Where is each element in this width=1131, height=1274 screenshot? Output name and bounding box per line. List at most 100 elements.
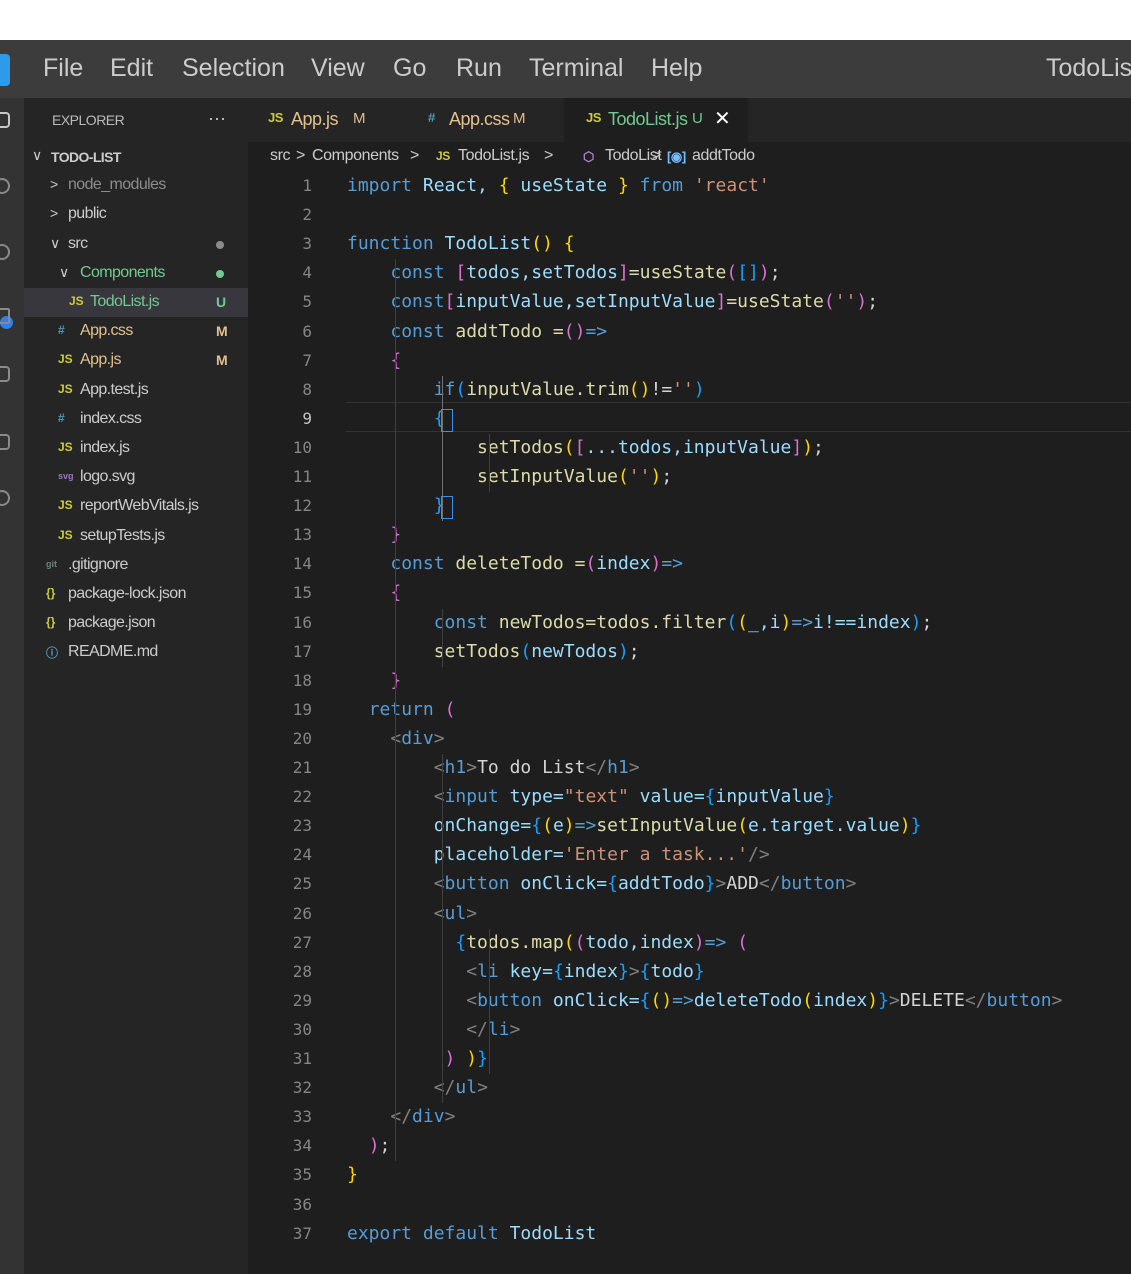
line-number: 28	[292, 961, 312, 981]
js-file-icon: JS	[58, 498, 73, 513]
tab-todolist-js[interactable]: JS TodoList.js U ✕	[564, 98, 748, 142]
more-actions-icon[interactable]: ···	[208, 108, 226, 129]
tree-folder[interactable]: > node_modules	[24, 171, 248, 200]
code-token: (	[823, 291, 835, 313]
tree-folder[interactable]: ∨ Components	[24, 259, 248, 288]
line-code: onChange={(e)=>setInputValue(e.target.va…	[347, 815, 922, 837]
run-debug-icon[interactable]	[0, 308, 10, 324]
menu-go[interactable]: Go	[393, 54, 426, 83]
folder-name: src	[68, 234, 88, 252]
line-code: {todos.map((todo,index)=> (	[347, 932, 748, 953]
tree-file[interactable]: JS App.js M	[24, 346, 248, 375]
code-token: div	[412, 1106, 445, 1128]
tree-file[interactable]: ⓘ README.md	[24, 638, 248, 667]
code-token: inputValue.trim	[466, 378, 629, 400]
breadcrumb-item[interactable]: TodoList.js	[458, 147, 530, 165]
code-token: todo,index	[585, 931, 694, 953]
explorer-icon[interactable]	[0, 112, 10, 128]
menu-help[interactable]: Help	[651, 54, 702, 83]
code-token: h1	[607, 757, 629, 778]
tree-file[interactable]: # App.css M	[24, 317, 248, 346]
tree-file[interactable]: git .gitignore	[24, 551, 248, 580]
code-token: e.target.value	[748, 815, 900, 837]
chevron-right-icon[interactable]: >	[50, 176, 58, 192]
code-line: 28 <li key={index}>{todo}	[248, 958, 1131, 987]
breadcrumb-item[interactable]: Components	[312, 147, 399, 165]
line-number: 2	[302, 205, 312, 225]
code-token: from	[639, 175, 683, 196]
menu-file[interactable]: File	[43, 54, 83, 83]
code-token: ...todos,inputValue	[585, 436, 792, 458]
source-control-icon[interactable]	[0, 244, 10, 260]
code-line: 32 </ul>	[248, 1074, 1131, 1103]
indent-guide	[442, 754, 443, 1104]
code-token: </	[964, 989, 987, 1011]
file-name: README.md	[68, 643, 158, 661]
code-token: />	[747, 844, 770, 866]
tab-app-css[interactable]: # App.css M	[406, 98, 564, 142]
folder-name: Components	[80, 263, 165, 281]
code-token: addtTodo =	[444, 320, 564, 342]
tree-file[interactable]: {} package-lock.json	[24, 580, 248, 609]
line-code: <input type="text" value={inputValue}	[347, 786, 835, 807]
tree-folder[interactable]: ∨ src	[24, 230, 248, 259]
remote-explorer-icon[interactable]	[0, 490, 10, 506]
line-number: 4	[302, 263, 312, 283]
menu-edit[interactable]: Edit	[110, 54, 153, 83]
code-token: const	[390, 320, 445, 342]
line-number: 5	[302, 292, 312, 312]
menu-run[interactable]: Run	[456, 54, 502, 83]
code-line: 13 }	[248, 521, 1131, 550]
code-editor[interactable]: 1 import React, { useState } from 'react'…	[248, 172, 1131, 1274]
menu-terminal[interactable]: Terminal	[529, 54, 623, 83]
chevron-right-icon[interactable]: >	[50, 205, 58, 221]
menu-selection[interactable]: Selection	[182, 54, 285, 83]
code-token: )	[802, 436, 814, 458]
code-token: To do List	[477, 757, 586, 778]
line-number: 1	[302, 176, 312, 195]
tree-file[interactable]: # index.css	[24, 405, 248, 434]
tab-app-js[interactable]: JS App.js M	[248, 98, 406, 142]
tree-file[interactable]: {} package.json	[24, 609, 248, 638]
window-title: TodoList	[1046, 54, 1131, 82]
breadcrumb-item[interactable]: src	[270, 147, 291, 165]
code-token: export	[347, 1222, 413, 1244]
code-token: }	[347, 1164, 358, 1186]
menu-view[interactable]: View	[311, 54, 365, 83]
code-token: ()	[650, 989, 673, 1011]
tree-file[interactable]: JS TodoList.js U	[24, 288, 248, 317]
file-name: index.js	[80, 439, 130, 456]
code-token: {	[531, 815, 543, 837]
code-token: {	[607, 873, 618, 895]
file-name: App.js	[80, 351, 121, 369]
code-token: placeholder=	[433, 844, 564, 866]
vscode-logo-icon[interactable]	[0, 54, 10, 86]
line-number: 13	[292, 525, 312, 545]
code-token: )	[466, 1048, 478, 1069]
tree-file[interactable]: JS reportWebVitals.js	[24, 492, 248, 521]
tree-file[interactable]: JS App.test.js	[24, 376, 248, 405]
close-icon[interactable]: ✕	[714, 106, 731, 131]
line-code: </ul>	[347, 1077, 488, 1098]
testing-icon[interactable]	[0, 434, 10, 450]
tree-folder[interactable]: > public	[24, 200, 248, 229]
extensions-icon[interactable]	[0, 366, 10, 382]
chevron-down-icon[interactable]: ∨	[59, 264, 69, 281]
code-line: 17 setTodos(newTodos);	[248, 638, 1131, 667]
chevron-down-icon[interactable]: ∨	[50, 235, 60, 252]
code-token: ;	[921, 611, 933, 633]
search-icon[interactable]	[0, 178, 10, 194]
code-line: 22 <input type="text" value={inputValue}	[248, 783, 1131, 812]
code-token: return	[368, 698, 434, 720]
tree-file[interactable]: svg logo.svg	[24, 463, 248, 492]
breadcrumb-item[interactable]: addtTodo	[692, 147, 755, 165]
chevron-down-icon[interactable]: ∨	[32, 147, 42, 164]
tree-folder[interactable]: ∨ TODO-LIST	[24, 142, 248, 171]
code-token: >	[466, 902, 478, 924]
tree-file[interactable]: JS setupTests.js	[24, 522, 248, 551]
tree-file[interactable]: JS index.js	[24, 434, 248, 463]
